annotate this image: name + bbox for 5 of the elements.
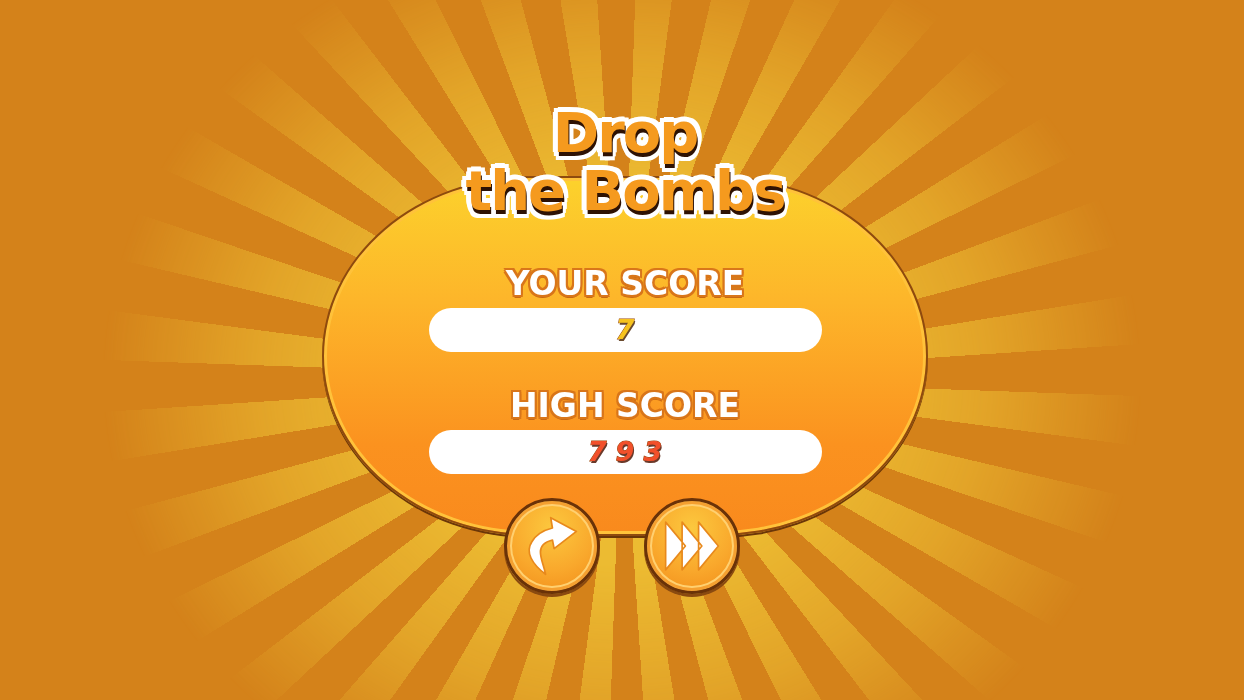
score-readout: 793	[428, 430, 822, 474]
score-label: HIGH SCORE	[509, 386, 741, 426]
score-readout: 7	[428, 308, 822, 352]
score-label: YOUR SCORE	[505, 264, 745, 304]
game-title: Drop the Bombs	[465, 104, 785, 220]
